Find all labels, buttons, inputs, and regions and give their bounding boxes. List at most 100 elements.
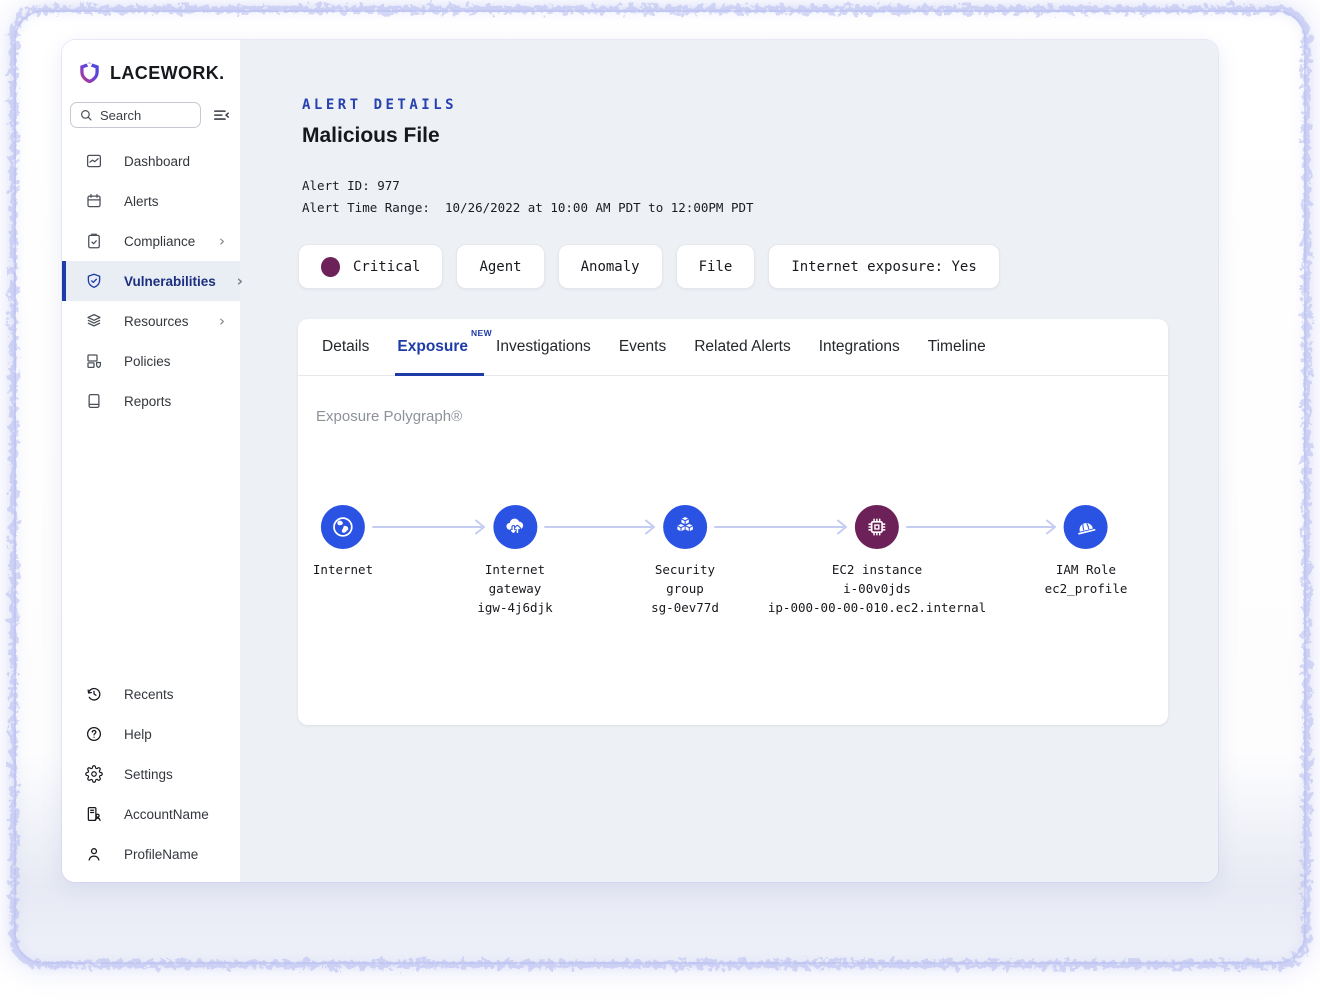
alert-id: Alert ID: 977 <box>302 178 400 193</box>
source-badge: Agent <box>456 244 544 289</box>
sidebar-item-resources[interactable]: Resources › <box>62 301 240 341</box>
tab-integrations[interactable]: Integrations <box>819 319 900 375</box>
sidebar-nav: Dashboard Alerts Compliance › Vulnerabi <box>62 141 240 421</box>
ec2-instance-node-button[interactable] <box>855 505 899 549</box>
severity-badge: Critical <box>298 244 443 289</box>
node-label: Internet gateway igw-4j6djk <box>477 561 552 617</box>
polygraph-edges <box>298 505 1168 549</box>
security-group-node-button[interactable] <box>663 505 707 549</box>
badge-label: Internet exposure: Yes <box>791 259 976 275</box>
sidebar-item-alerts[interactable]: Alerts <box>62 181 240 221</box>
node-internet: Internet <box>313 505 373 580</box>
category-badge: Anomaly <box>558 244 663 289</box>
settings-icon <box>85 765 103 783</box>
sidebar-item-label: Settings <box>124 767 173 782</box>
tab-details[interactable]: Details <box>322 319 369 375</box>
dashboard-icon <box>85 152 103 170</box>
compliance-icon <box>85 232 103 250</box>
page-title: Malicious File <box>302 124 1218 148</box>
sidebar-item-label: Recents <box>124 687 174 702</box>
sidebar-item-account[interactable]: AccountName <box>62 794 240 834</box>
breadcrumb-eyebrow: ALERT DETAILS <box>302 97 1218 113</box>
type-badge: File <box>676 244 756 289</box>
node-label: Security group sg-0ev77d <box>651 561 719 617</box>
node-ec2-instance: EC2 instance i-00v0jds ip-000-00-00-010.… <box>768 505 986 617</box>
chevron-right-icon: › <box>219 234 225 249</box>
tab-related-alerts[interactable]: Related Alerts <box>694 319 791 375</box>
badge-label: Critical <box>353 259 420 275</box>
recents-icon <box>85 685 103 703</box>
sidebar-item-label: ProfileName <box>124 847 198 862</box>
node-label: Internet <box>313 561 373 580</box>
reports-icon <box>85 392 103 410</box>
sidebar-item-reports[interactable]: Reports <box>62 381 240 421</box>
tab-timeline[interactable]: Timeline <box>928 319 986 375</box>
main-content: ALERT DETAILS Malicious File Alert ID: 9… <box>240 40 1218 882</box>
node-label: EC2 instance i-00v0jds ip-000-00-00-010.… <box>768 561 986 617</box>
sidebar-item-vulnerabilities[interactable]: Vulnerabilities › <box>62 261 240 301</box>
sidebar-item-label: Policies <box>124 354 171 369</box>
exposure-polygraph-diagram: Internet <box>298 505 1168 685</box>
iam-role-node-button[interactable] <box>1064 505 1108 549</box>
lacework-shield-icon <box>76 60 103 87</box>
sidebar-item-settings[interactable]: Settings <box>62 754 240 794</box>
alert-time-range: Alert Time Range: 10/26/2022 at 10:00 AM… <box>302 200 754 215</box>
tab-exposure[interactable]: Exposure NEW <box>397 319 468 375</box>
internet-node-button[interactable] <box>321 505 365 549</box>
alert-details-card: Details Exposure NEW Investigations Even… <box>298 319 1168 725</box>
app-window: LACEWORK. Dashboard <box>62 40 1218 882</box>
cubes-icon <box>672 514 698 540</box>
node-label: IAM Role ec2_profile <box>1045 561 1128 599</box>
lacework-logo[interactable]: LACEWORK. <box>62 40 240 87</box>
resources-icon <box>85 312 103 330</box>
logo-text: LACEWORK. <box>110 63 225 84</box>
sidebar-item-label: Dashboard <box>124 154 190 169</box>
badge-row: Critical Agent Anomaly File Internet exp… <box>298 244 1218 289</box>
chevron-right-icon: › <box>219 314 225 329</box>
chevron-right-icon: › <box>237 274 243 289</box>
internet-exposure-badge: Internet exposure: Yes <box>768 244 999 289</box>
hard-hat-icon <box>1073 514 1099 540</box>
sidebar-footer-nav: Recents Help Settings Acc <box>62 674 240 882</box>
node-security-group: Security group sg-0ev77d <box>651 505 719 617</box>
profile-icon <box>85 845 103 863</box>
sidebar-item-label: AccountName <box>124 807 209 822</box>
sidebar-item-label: Help <box>124 727 152 742</box>
tab-events[interactable]: Events <box>619 319 666 375</box>
sidebar-item-label: Resources <box>124 314 189 329</box>
chip-icon <box>864 514 890 540</box>
sidebar-item-recents[interactable]: Recents <box>62 674 240 714</box>
collapse-sidebar-icon <box>212 106 231 125</box>
account-icon <box>85 805 103 823</box>
help-icon <box>85 725 103 743</box>
globe-icon <box>330 514 356 540</box>
sidebar-item-profile[interactable]: ProfileName <box>62 834 240 874</box>
search-input[interactable] <box>100 108 192 123</box>
cloud-gateway-icon <box>502 514 528 540</box>
internet-gateway-node-button[interactable] <box>493 505 537 549</box>
alert-meta: Alert ID: 977 Alert Time Range: 10/26/20… <box>302 175 1218 219</box>
vulnerabilities-icon <box>85 272 103 290</box>
sidebar-item-policies[interactable]: Policies <box>62 341 240 381</box>
polygraph-title: Exposure Polygraph® <box>316 408 1168 425</box>
search-box[interactable] <box>70 102 201 128</box>
sidebar-item-label: Vulnerabilities <box>124 274 216 289</box>
badge-label: File <box>699 259 733 275</box>
sidebar-item-help[interactable]: Help <box>62 714 240 754</box>
tab-investigations[interactable]: Investigations <box>496 319 591 375</box>
node-internet-gateway: Internet gateway igw-4j6djk <box>477 505 552 617</box>
badge-label: Agent <box>479 259 521 275</box>
collapse-sidebar-button[interactable] <box>210 104 232 126</box>
critical-severity-dot <box>321 257 340 277</box>
sidebar-item-label: Compliance <box>124 234 195 249</box>
badge-label: Anomaly <box>581 259 640 275</box>
sidebar-item-label: Reports <box>124 394 171 409</box>
policies-icon <box>85 352 103 370</box>
sidebar-item-label: Alerts <box>124 194 159 209</box>
tab-bar: Details Exposure NEW Investigations Even… <box>298 319 1168 376</box>
node-iam-role: IAM Role ec2_profile <box>1045 505 1128 599</box>
sidebar-item-compliance[interactable]: Compliance › <box>62 221 240 261</box>
sidebar-item-dashboard[interactable]: Dashboard <box>62 141 240 181</box>
alerts-icon <box>85 192 103 210</box>
new-badge: NEW <box>471 328 492 338</box>
